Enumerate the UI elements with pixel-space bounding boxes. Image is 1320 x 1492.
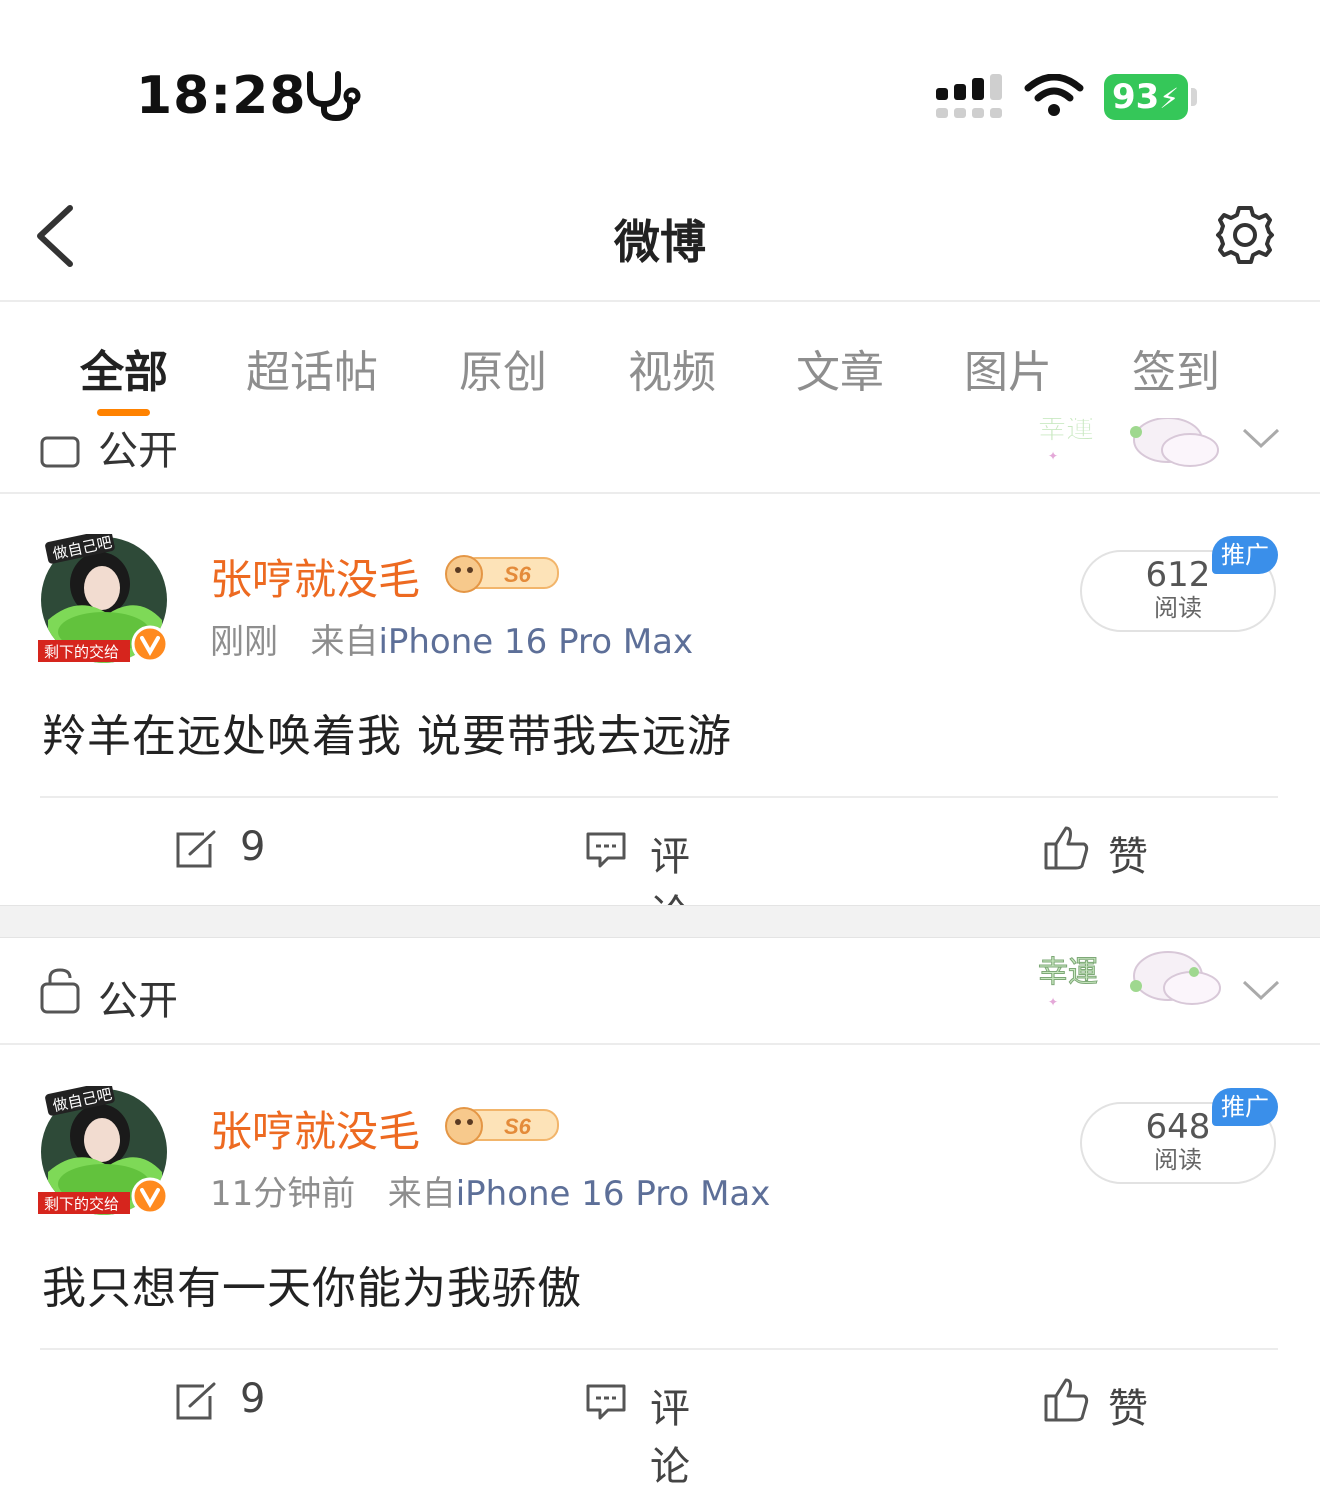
member-badge-icon: S6 [445,555,559,593]
unlock-icon [40,968,80,1014]
avatar[interactable]: 做自己吧 剩下的交给 [38,529,169,664]
avatar-bottom-label: 剩下的交给 [44,1195,119,1213]
source-prefix: 来自 [310,622,379,662]
unlock-icon [40,436,80,468]
charging-bolt-icon: ⚡ [1159,82,1179,115]
visibility-label[interactable]: 公开 [98,968,178,1026]
sticker-text: 幸運 [1038,418,1094,444]
divider [0,1043,1320,1045]
tab-original[interactable]: 原创 [459,336,547,400]
lucky-sticker-icon: 幸運 ✦ [1038,951,1221,1009]
battery-indicator: 93⚡ [1104,74,1188,120]
post-card: 做自己吧 剩下的交给 张哼就没毛 S6 11分钟前 来自iPhone 16 Pr… [0,1046,1320,1490]
lucky-sticker-icon: 幸運 ✦ [1038,418,1219,467]
svg-text:✦: ✦ [1048,995,1058,1009]
visibility-label[interactable]: 公开 [98,418,178,476]
post-text[interactable]: 我只想有一天你能为我骄傲 [42,1252,582,1316]
status-time: 18:28 [136,66,307,126]
visibility-row: 公开 幸運 ✦ [0,938,1320,1042]
repost-count: 9 [240,824,266,870]
post-card: 做自己吧 剩下的交给 张哼就没毛 S6 刚刚 来自iPhone 16 Pro M… [0,494,1320,938]
badge-label: S6 [504,562,532,587]
cellular-signal-icon [936,74,1002,118]
tab-all[interactable]: 全部 [80,336,168,400]
chevron-down-icon[interactable] [1242,428,1280,450]
username[interactable]: 张哼就没毛 [210,546,420,607]
visibility-row: 公开 幸運 ✦ [0,418,1320,492]
page-title: 微博 [614,215,706,269]
post-meta: 刚刚 来自iPhone 16 Pro Max [210,614,693,663]
post-source[interactable]: iPhone 16 Pro Max [378,622,693,662]
post-time: 11分钟前 [210,1174,356,1214]
post-text[interactable]: 羚羊在远处唤着我 说要带我去远游 [42,700,732,764]
post-meta: 11分钟前 来自iPhone 16 Pro Max [210,1166,770,1215]
sticker-text: 幸運 [1038,956,1098,989]
avatar[interactable]: 做自己吧 剩下的交给 [38,1081,169,1216]
comment-icon [586,1384,626,1420]
chevron-down-icon[interactable] [1242,980,1280,1002]
nav-divider [0,300,1320,302]
read-label: 阅读 [1154,1146,1202,1174]
post-time: 刚刚 [210,622,278,662]
active-tab-indicator [97,409,150,416]
thumbs-up-icon [1044,826,1089,870]
battery-level: 93 [1112,77,1160,117]
member-badge-icon: S6 [445,1107,559,1145]
battery-tip [1191,88,1197,106]
tab-super-topic[interactable]: 超话帖 [246,336,378,400]
post-source[interactable]: iPhone 16 Pro Max [456,1174,771,1214]
promote-badge[interactable]: 推广 [1212,1088,1278,1126]
tab-video[interactable]: 视频 [628,336,716,400]
wifi-icon [1024,74,1084,116]
repost-icon [176,1382,216,1420]
source-prefix: 来自 [387,1174,456,1214]
repost-count: 9 [240,1376,266,1422]
action-divider [40,1348,1278,1350]
promote-badge[interactable]: 推广 [1212,536,1278,574]
tab-checkin[interactable]: 签到 [1132,336,1220,400]
read-label: 阅读 [1154,594,1202,622]
action-divider [40,796,1278,798]
badge-label: S6 [504,1114,532,1139]
username[interactable]: 张哼就没毛 [210,1098,420,1159]
thumbs-up-icon [1044,1378,1089,1422]
settings-gear-icon[interactable] [1214,204,1276,266]
tab-article[interactable]: 文章 [796,336,884,400]
comment-label: 评论 [650,1386,690,1490]
comment-icon [586,832,626,868]
stethoscope-icon [307,71,361,122]
section-gap [0,905,1320,938]
svg-text:✦: ✦ [1048,449,1058,463]
avatar-bottom-label: 剩下的交给 [44,643,119,661]
repost-icon [176,830,216,868]
tab-image[interactable]: 图片 [964,336,1052,400]
like-label: 赞 [1108,834,1148,880]
like-label: 赞 [1108,1386,1148,1432]
